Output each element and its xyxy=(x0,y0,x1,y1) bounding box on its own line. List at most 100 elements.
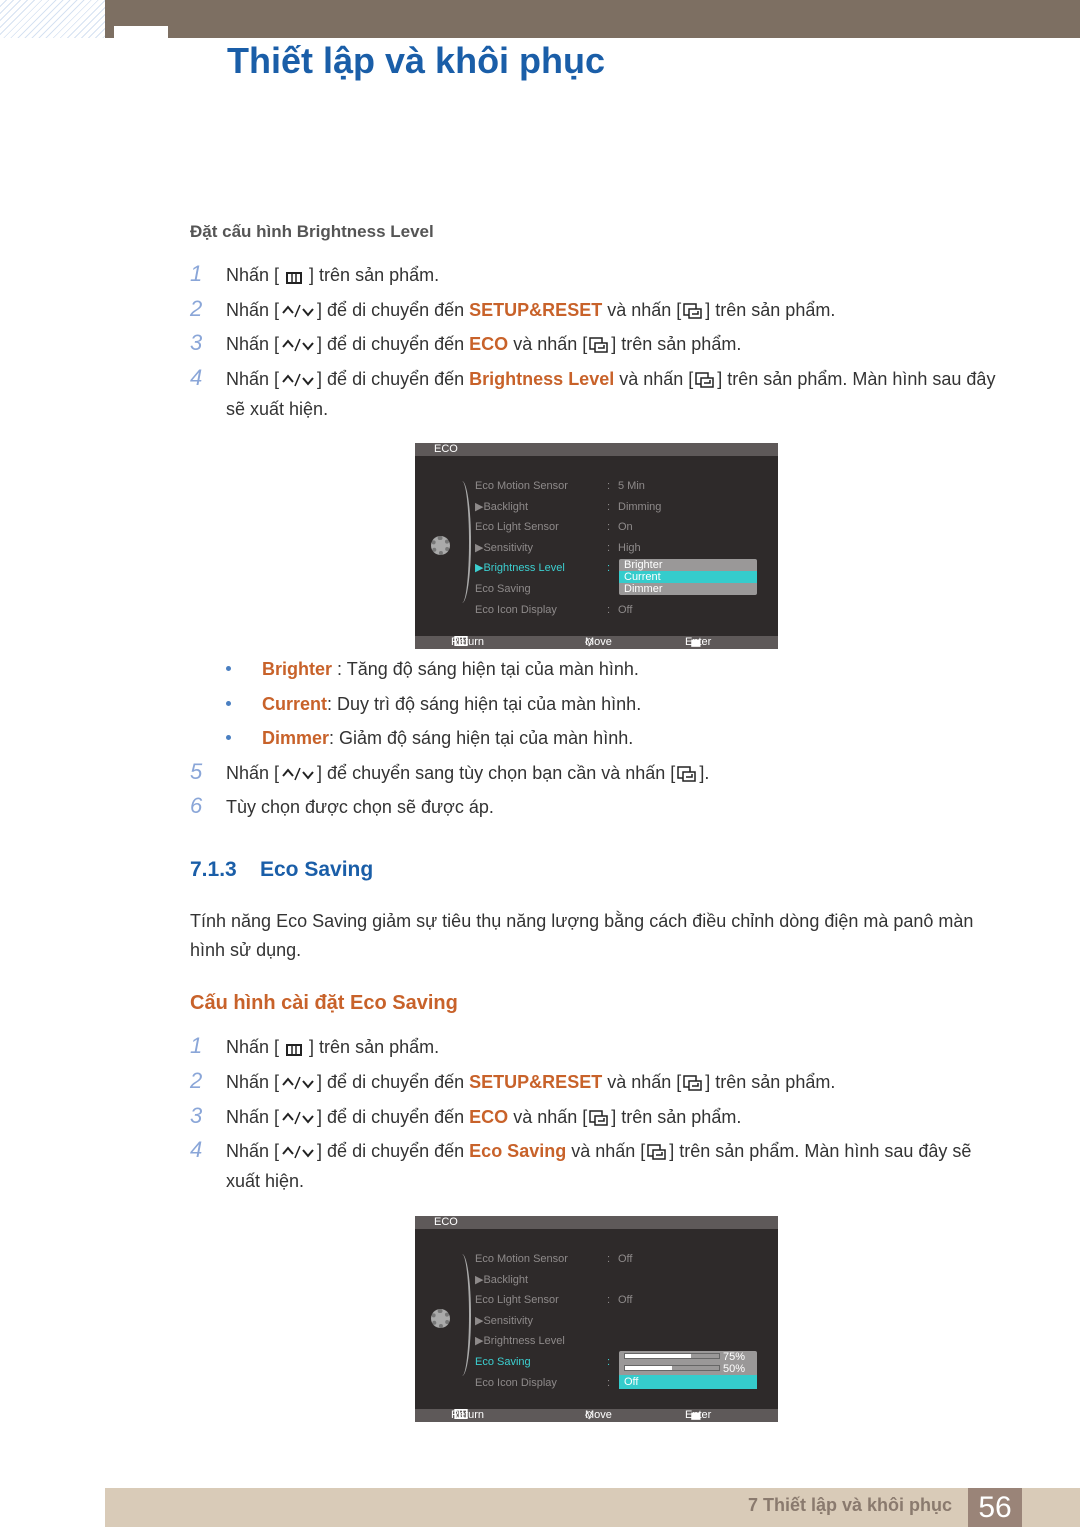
step-item: 1 Nhấn [ ] trên sản phẩm. xyxy=(190,261,1010,292)
step-text-part: và nhấn [ xyxy=(508,334,588,354)
option-term: Brighter xyxy=(262,659,333,679)
step-text-part: ] để di chuyển đến xyxy=(317,1107,470,1127)
osd-colon: : xyxy=(607,521,611,534)
move-label: Move xyxy=(585,1409,612,1421)
level-bar xyxy=(624,1365,720,1371)
step-text-part: Nhấn [ xyxy=(226,1141,280,1161)
osd-item-label: ▶Backlight xyxy=(475,1273,529,1286)
bullet-dot xyxy=(226,735,231,740)
osd-item-label: Eco Light Sensor xyxy=(475,1294,559,1307)
option-label: 50% xyxy=(723,1363,746,1375)
menu-term: SETUP&RESET xyxy=(469,300,603,320)
step-text-part: và nhấn [ xyxy=(602,300,682,320)
up-down-icon xyxy=(281,334,315,361)
osd-option[interactable]: 75% xyxy=(619,1351,757,1363)
osd-menu-item[interactable]: ▶Backlight xyxy=(475,1270,765,1290)
osd-arc xyxy=(453,481,471,603)
step-text-part: và nhấn [ xyxy=(602,1072,682,1092)
osd-colon: : xyxy=(607,1376,611,1389)
osd-menu-item[interactable]: Eco Motion Sensor:5 Min xyxy=(475,476,765,496)
bullet-dot xyxy=(226,666,231,671)
step-number: 1 xyxy=(190,261,203,286)
return-label: Return xyxy=(451,1409,485,1421)
page-title: Thiết lập và khôi phục xyxy=(227,40,606,81)
step-text-part: Nhấn [ xyxy=(226,369,280,389)
osd-menu-item[interactable]: ▶Sensitivity: High xyxy=(475,538,765,558)
step-text: Nhấn [] để di chuyển đến SETUP&RESET và … xyxy=(226,1069,1010,1099)
menu-term: Brightness Level xyxy=(469,369,615,389)
option-bullet: Current: Duy trì độ sáng hiện tại của mà… xyxy=(226,692,641,716)
osd-brightness-level: ECO Eco Motion Sensor:5 Min ▶Backlight: Di… xyxy=(415,443,778,649)
step-text-part: ] để di chuyển đến xyxy=(317,369,470,389)
osd-item-label: ▶Brightness Level xyxy=(475,562,565,575)
step-text-part: ] trên sản phẩm. xyxy=(304,1037,440,1057)
step-text: Tùy chọn được chọn sẽ được áp. xyxy=(226,794,1010,821)
page-footer: 7 Thiết lập và khôi phục 56 xyxy=(105,1488,1080,1527)
osd-item-label: ▶Sensitivity xyxy=(475,541,533,554)
step-text: Nhấn [ ] trên sản phẩm. xyxy=(226,262,1010,292)
osd-option[interactable]: 50% xyxy=(619,1363,757,1375)
osd-colon: : xyxy=(607,500,611,513)
step-item: 2 Nhấn [] để di chuyển đến SETUP&RESET và… xyxy=(190,1068,1010,1099)
gear-icon xyxy=(431,1309,450,1328)
osd-option-popup: Brighter Current Dimmer xyxy=(619,559,757,595)
step-text-part: ] trên sản phẩm. xyxy=(304,265,440,285)
option-description: : Tăng độ sáng hiện tại của màn hình. xyxy=(332,659,639,679)
step-text-part: ] để chuyển sang tùy chọn bạn cần và nhấ… xyxy=(317,763,676,783)
step-number: 3 xyxy=(190,1103,203,1128)
step-item: 3 Nhấn [] để di chuyển đến ECO và nhấn []… xyxy=(190,1103,1010,1134)
option-description: : Giảm độ sáng hiện tại của màn hình. xyxy=(329,728,634,748)
step-text-part: ] trên sản phẩm. xyxy=(611,334,742,354)
osd-menu-item[interactable]: ▶Backlight: Dimming xyxy=(475,497,765,517)
up-down-icon xyxy=(281,1141,315,1168)
option-label: 75% xyxy=(723,1351,746,1363)
osd-option-popup: 75% 50% Off xyxy=(619,1351,757,1389)
step-text-part: ] trên sản phẩm. xyxy=(705,1072,836,1092)
gear-icon xyxy=(431,536,450,555)
osd-menu-item[interactable]: Eco Light Sensor: On xyxy=(475,517,765,537)
osd-item-value: On xyxy=(618,521,633,534)
step-item: 4 Nhấn [ ] để di chuyển đến Brightness Lev… xyxy=(190,365,1010,423)
step-text: Nhấn [] để chuyển sang tùy chọn bạn cần … xyxy=(226,760,1010,790)
step-text-part: Nhấn [ xyxy=(226,1072,280,1092)
osd-option[interactable]: Brighter xyxy=(619,559,757,571)
osd-eco-saving: ECO Eco Motion Sensor: Off ▶Backlight Eco L… xyxy=(415,1216,778,1422)
osd-colon: : xyxy=(607,1356,611,1368)
step-number: 4 xyxy=(190,365,203,390)
osd-option[interactable]: Off xyxy=(619,1375,757,1389)
step-item: 2 Nhấn [] để di chuyển đến SETUP&RESET và… xyxy=(190,296,1010,327)
step-text-part: Nhấn [ xyxy=(226,265,285,285)
step-text-part: Nhấn [ xyxy=(226,1037,285,1057)
return-label: Return xyxy=(451,636,485,648)
osd-menu-item[interactable]: Eco Icon Display: Off xyxy=(475,600,765,620)
osd-menu-item[interactable]: ▶Sensitivity xyxy=(475,1311,765,1331)
header-tab xyxy=(114,26,168,39)
osd-item-value: High xyxy=(618,541,641,554)
option-term: Current xyxy=(262,693,328,714)
step-text-part: ] để di chuyển đến xyxy=(317,334,470,354)
step-text: Nhấn [] để di chuyển đến Eco Saving và n… xyxy=(226,1138,1010,1195)
osd-item-value: Off xyxy=(618,1294,633,1307)
osd-arc xyxy=(453,1254,471,1376)
step-number: 1 xyxy=(190,1033,203,1058)
up-down-icon xyxy=(281,1072,315,1099)
osd-option[interactable]: Dimmer xyxy=(619,583,757,595)
osd-menu-item[interactable]: ▶Brightness Level xyxy=(475,1331,765,1351)
subsection-title-eco-saving: Cấu hình cài đặt Eco Saving xyxy=(190,992,458,1014)
osd-title: ECO xyxy=(415,443,778,456)
osd-option[interactable]: Current xyxy=(619,571,757,583)
page-number: 56 xyxy=(968,1488,1022,1527)
osd-menu-item[interactable]: Eco Motion Sensor: Off xyxy=(475,1249,765,1269)
enter-icon xyxy=(589,334,609,361)
enter-label: Enter xyxy=(685,1409,712,1421)
step-number: 3 xyxy=(190,330,203,355)
osd-item-label: Eco Icon Display xyxy=(475,1376,557,1389)
step-text: Nhấn [ ] để di chuyển đến Brightness Leve… xyxy=(226,366,1010,423)
step-number: 2 xyxy=(190,1068,203,1093)
osd-menu-item[interactable]: Eco Light Sensor: Off xyxy=(475,1290,765,1310)
step-item: 1 Nhấn [ ] trên sản phẩm. xyxy=(190,1033,1010,1064)
section-description: Tính năng Eco Saving giảm sự tiêu thụ nă… xyxy=(190,911,974,960)
step-text: Nhấn [] để di chuyển đến SETUP&RESET và … xyxy=(226,297,1010,327)
enter-icon xyxy=(683,1072,703,1099)
up-down-icon xyxy=(281,300,315,327)
